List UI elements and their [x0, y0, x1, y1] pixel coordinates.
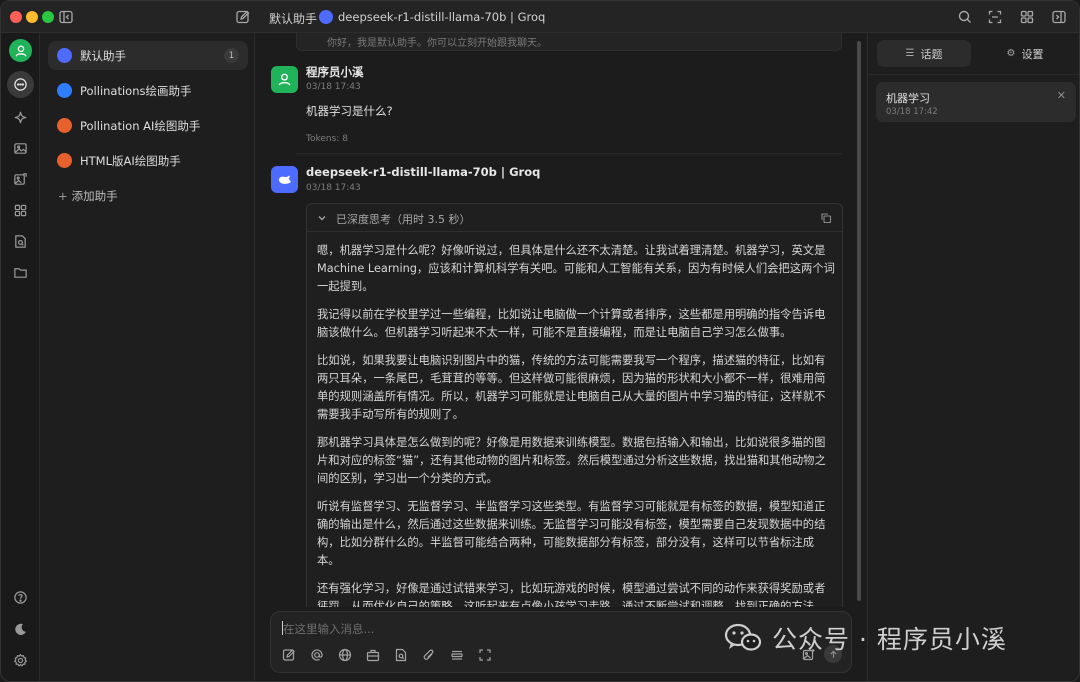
watermark-text: 公众号 · 程序员小溪 [772, 625, 1007, 654]
thinking-paragraph: 嗯，机器学习是什么呢？好像听说过，但具体是什么还不太清楚。让我试着理清楚。机器学… [317, 244, 835, 293]
tab-topics[interactable]: ☰ 话题 [877, 40, 971, 67]
tab-topics-label: 话题 [920, 47, 943, 61]
ai-message-time: 03/18 17:43 [306, 183, 361, 193]
chat-scrollbar[interactable] [857, 41, 861, 601]
add-assistant-label: 添加助手 [71, 189, 118, 203]
chat-area: 你好，我是默认助手。你可以立刻开始跟我聊天。 程序员小溪 03/18 17:43… [256, 33, 866, 681]
expand-icon[interactable] [478, 648, 492, 662]
copy-icon[interactable] [820, 212, 832, 224]
apps-icon[interactable] [10, 200, 30, 220]
moon-icon[interactable] [10, 619, 30, 639]
assistant-item-pollinations[interactable]: Pollinations绘画助手 [48, 76, 248, 105]
deepseek-whale-icon [271, 166, 298, 193]
assistant-list: 默认助手 1 Pollinations绘画助手 Pollination AI绘图… [41, 33, 255, 681]
deepseek-logo-icon [57, 48, 72, 63]
at-icon[interactable] [310, 648, 324, 662]
assistant-item-pollination-ai[interactable]: Pollination AI绘图助手 [48, 111, 248, 140]
thinking-paragraph: 我记得以前在学校里学过一些编程，比如说让电脑做一个计算或者排序，这些都是用明确的… [317, 308, 826, 339]
greeting-message: 你好，我是默认助手。你可以立刻开始跟我聊天。 [296, 33, 842, 51]
assistant-label: HTML版AI绘图助手 [80, 153, 181, 168]
current-assistant-name: 默认助手 [269, 12, 318, 26]
close-window-button[interactable] [10, 11, 22, 23]
panel-divider [868, 74, 1079, 75]
assistant-label: 默认助手 [80, 48, 126, 63]
assistant-item-default[interactable]: 默认助手 1 [48, 41, 248, 70]
title-bar: 默认助手 deepseek-r1-distill-llama-70b | Gro… [1, 1, 1079, 33]
left-rail [1, 33, 40, 681]
current-model-name[interactable]: deepseek-r1-distill-llama-70b | Groq [338, 10, 545, 24]
topic-title: 机器学习 [886, 92, 930, 105]
thinking-paragraph: 听说有监督学习、无监督学习、半监督学习这些类型。有监督学习可能就是有标签的数据，… [317, 500, 826, 567]
gear-icon: ⚙ [1006, 48, 1016, 59]
topic-item[interactable]: 机器学习 03/18 17:42 ✕ [876, 82, 1076, 122]
thinking-paragraph: 那机器学习具体是怎么做到的呢？好像是用数据来训练模型。数据包括输入和输出，比如说… [317, 436, 826, 485]
thinking-title: 已深度思考（用时 3.5 秒） [336, 213, 471, 226]
doc-search-icon[interactable] [10, 231, 30, 251]
attach-icon[interactable] [422, 648, 436, 662]
doc-search-icon[interactable] [394, 648, 408, 662]
list-icon[interactable] [450, 648, 464, 662]
thinking-header[interactable]: 已深度思考（用时 3.5 秒） [307, 204, 842, 232]
assistant-item-html-ai[interactable]: HTML版AI绘图助手 [48, 146, 248, 175]
folder-icon[interactable] [10, 262, 30, 282]
user-avatar-icon [271, 66, 298, 93]
html5-logo-icon [57, 153, 72, 168]
expand-icon[interactable] [987, 9, 1003, 25]
toolbox-icon[interactable] [366, 648, 380, 662]
chevron-down-icon[interactable] [316, 212, 328, 224]
sparkle-icon[interactable] [10, 107, 30, 127]
edit-icon[interactable] [282, 648, 296, 662]
close-icon[interactable]: ✕ [1057, 89, 1066, 102]
assistant-label: Pollinations绘画助手 [80, 83, 192, 98]
right-panel: ☰ 话题 ⚙ 设置 机器学习 03/18 17:42 ✕ [867, 33, 1079, 681]
image-edit-icon[interactable] [10, 169, 30, 189]
user-avatar-icon[interactable] [9, 39, 32, 62]
html5-logo-icon [57, 118, 72, 133]
sidebar-toggle-icon[interactable] [58, 9, 74, 25]
plus-icon: + [58, 189, 68, 203]
wechat-icon [724, 623, 762, 651]
list-icon: ☰ [905, 48, 915, 59]
thinking-paragraph: 还有强化学习，好像是通过试错来学习，比如玩游戏的时候，模型通过尝试不同的动作来获… [317, 582, 826, 607]
message-input[interactable]: 在这里输入消息... [283, 621, 374, 637]
right-panel-toggle-icon[interactable] [1051, 9, 1067, 25]
grid-layout-icon[interactable] [1019, 9, 1035, 25]
tab-settings-label: 设置 [1021, 47, 1044, 61]
token-count: Tokens: 8 [306, 134, 348, 144]
thinking-panel: 已深度思考（用时 3.5 秒） 嗯，机器学习是什么呢？好像听说过，但具体是什么还… [306, 203, 843, 607]
tab-settings[interactable]: ⚙ 设置 [978, 40, 1072, 67]
search-icon[interactable] [957, 9, 973, 25]
assistant-label: Pollination AI绘图助手 [80, 118, 201, 133]
model-name: deepseek-r1-distill-llama-70b | Groq [306, 165, 541, 179]
topic-count-badge: 1 [224, 48, 239, 63]
thinking-paragraph: 比如说，如果我要让电脑识别图片中的猫，传统的方法可能需要我写一个程序，描述猫的特… [317, 354, 826, 421]
pollinations-logo-icon [57, 83, 72, 98]
watermark: 公众号 · 程序员小溪 [724, 620, 1007, 656]
help-icon[interactable] [10, 587, 30, 607]
add-assistant-button[interactable]: + 添加助手 [58, 188, 118, 204]
minimize-window-button[interactable] [26, 11, 38, 23]
thinking-content: 嗯，机器学习是什么呢？好像听说过，但具体是什么还不太清楚。让我试着理清楚。机器学… [317, 242, 835, 607]
app-window: 默认助手 deepseek-r1-distill-llama-70b | Gro… [0, 0, 1080, 682]
settings-icon[interactable] [10, 650, 30, 670]
user-message-text: 机器学习是什么? [306, 104, 393, 118]
user-message-time: 03/18 17:43 [306, 82, 361, 92]
message-list[interactable]: 你好，我是默认助手。你可以立刻开始跟我聊天。 程序员小溪 03/18 17:43… [256, 33, 866, 607]
topic-time: 03/18 17:42 [886, 107, 938, 117]
new-chat-icon[interactable] [235, 9, 251, 25]
image-icon[interactable] [10, 138, 30, 158]
maximize-window-button[interactable] [42, 11, 54, 23]
user-name: 程序员小溪 [306, 65, 364, 79]
globe-icon[interactable] [338, 648, 352, 662]
chat-icon[interactable] [7, 71, 34, 98]
message-divider [296, 153, 842, 154]
deepseek-logo-icon [319, 10, 333, 24]
